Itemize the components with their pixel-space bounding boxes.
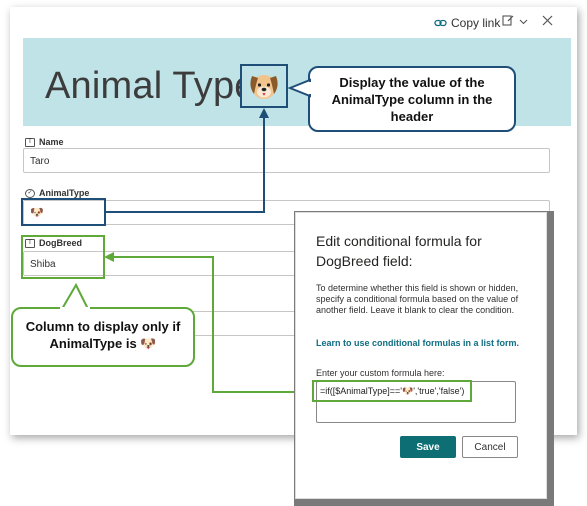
blue-connector: [105, 116, 265, 213]
formula-highlight: [312, 380, 472, 402]
column-callout: Column to display only if AnimalType is …: [11, 307, 195, 367]
formula-input-label: Enter your custom formula here:: [316, 368, 445, 378]
conditional-formula-panel: Edit conditional formula for DogBreed fi…: [295, 212, 547, 499]
column-callout-pointer: [60, 283, 90, 311]
header-callout-text: Display the value of the AnimalType colu…: [331, 75, 493, 124]
cancel-button[interactable]: Cancel: [462, 436, 518, 458]
header-callout-pointer: [288, 78, 312, 98]
header-callout: Display the value of the AnimalType colu…: [308, 66, 516, 132]
panel-title: Edit conditional formula for DogBreed fi…: [316, 233, 482, 269]
animaltype-highlight: [21, 198, 106, 226]
dog-face-icon: 🐶: [140, 336, 157, 351]
dogbreed-highlight: [21, 235, 105, 279]
conditional-formula-help-link[interactable]: Learn to use conditional formulas in a l…: [316, 337, 526, 349]
green-arrow-head: [104, 252, 114, 262]
column-callout-text: Column to display only if AnimalType is: [25, 319, 181, 351]
save-button[interactable]: Save: [400, 436, 456, 458]
blue-arrow-head: [259, 108, 269, 118]
panel-description: To determine whether this field is shown…: [316, 283, 519, 315]
